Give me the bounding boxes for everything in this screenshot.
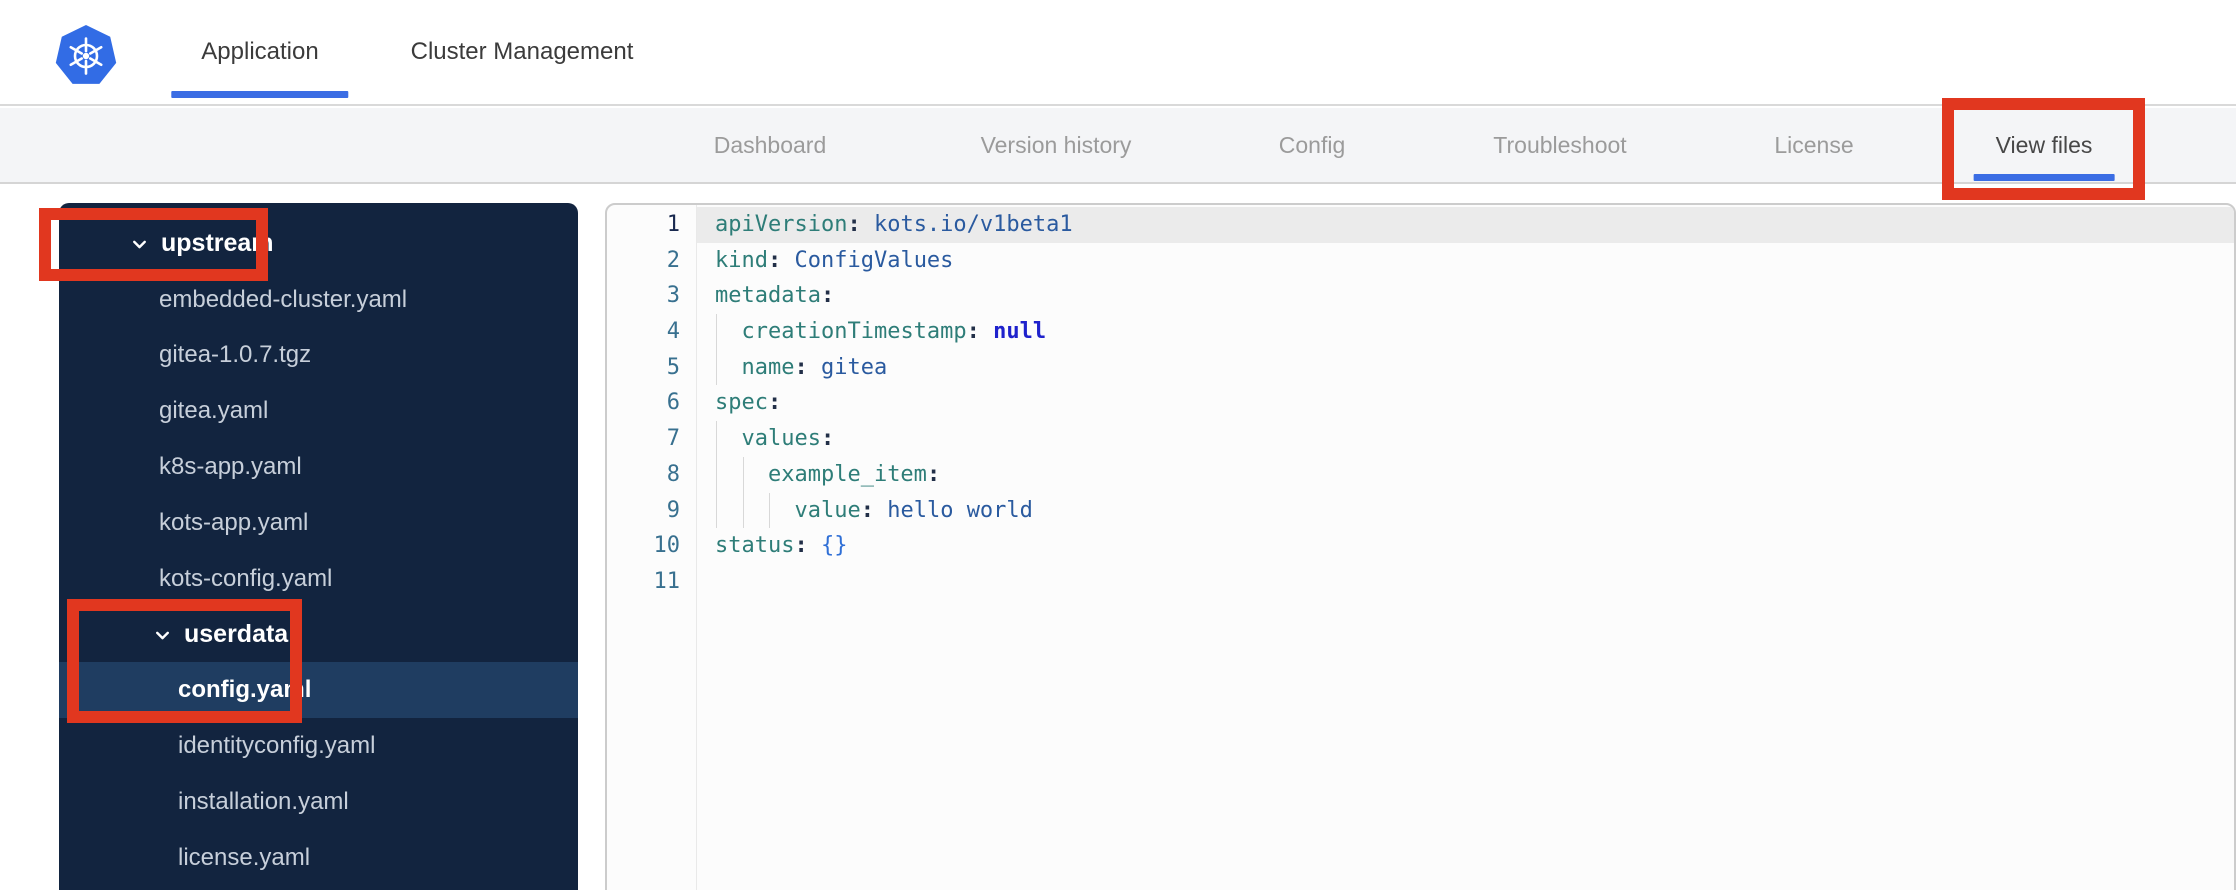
line-number-gutter: 1 2 3 4 5 6 7 8 9 10 11 bbox=[607, 205, 697, 890]
tree-item-label: identityconfig.yaml bbox=[178, 732, 376, 760]
tree-item-label: k8s-app.yaml bbox=[159, 453, 302, 481]
file-license-yaml[interactable]: license.yaml bbox=[59, 830, 578, 886]
code-text: apiVersion: kots.io/v1beta1 bbox=[715, 212, 1073, 237]
indent-guide bbox=[769, 492, 770, 529]
indent-guide bbox=[742, 456, 744, 493]
code-text: values: bbox=[741, 426, 835, 452]
indent-guide bbox=[716, 492, 717, 529]
header-tab-cluster-management[interactable]: Cluster Management bbox=[411, 0, 634, 104]
indent-guide bbox=[716, 421, 717, 457]
tree-item-label: gitea.yaml bbox=[159, 397, 269, 425]
app-header: Application Cluster Management bbox=[0, 0, 2236, 106]
tree-item-label: installation.yaml bbox=[178, 787, 349, 815]
tab-version-history[interactable]: Version history bbox=[981, 108, 1132, 182]
kubernetes-logo-icon bbox=[55, 25, 117, 87]
kots-admin-console-screen: Application Cluster Management Dashboard V… bbox=[0, 0, 2236, 890]
tab-license[interactable]: License bbox=[1774, 108, 1853, 182]
line-number: 10 bbox=[653, 533, 681, 559]
line-number: 9 bbox=[666, 497, 680, 523]
code-line: example_item: bbox=[697, 456, 2234, 493]
file-k8s-app-yaml[interactable]: k8s-app.yaml bbox=[59, 439, 578, 495]
annotation-box-view-files bbox=[1942, 98, 2145, 200]
file-installation-yaml[interactable]: installation.yaml bbox=[59, 774, 578, 830]
tree-item-label: gitea-1.0.7.tgz bbox=[159, 341, 312, 369]
indent-guide bbox=[716, 349, 717, 386]
code-editor-panel[interactable]: 1 2 3 4 5 6 7 8 9 10 11 apiVersion: kots.io/v1beta… bbox=[605, 203, 2236, 890]
tab-config[interactable]: Config bbox=[1279, 108, 1345, 182]
line-number: 5 bbox=[666, 354, 680, 380]
file-tree-sidebar: upstream embedded-cluster.yaml gitea-1.0.7… bbox=[59, 203, 578, 890]
file-kots-app-yaml[interactable]: kots-app.yaml bbox=[59, 495, 578, 551]
file-gitea-yaml[interactable]: gitea.yaml bbox=[59, 383, 578, 439]
code-text: metadata: bbox=[715, 283, 835, 309]
code-line: kind: ConfigValues bbox=[697, 243, 2234, 279]
code-line: metadata: bbox=[697, 278, 2234, 314]
indent-guide bbox=[716, 314, 717, 350]
code-line: spec: bbox=[697, 385, 2234, 421]
code-text: name: gitea bbox=[741, 354, 888, 380]
indent-guide bbox=[742, 492, 744, 529]
line-number: 7 bbox=[666, 426, 680, 452]
indent-guide bbox=[716, 456, 717, 493]
code-content: apiVersion: kots.io/v1beta1 kind: ConfigV… bbox=[697, 205, 2234, 890]
app-subnav: Dashboard Version history Config Troublesho… bbox=[0, 108, 2236, 184]
code-line: creationTimestamp: null bbox=[697, 314, 2234, 350]
code-line: name: gitea bbox=[697, 349, 2234, 386]
tree-item-label: kots-app.yaml bbox=[159, 508, 309, 536]
tab-troubleshoot[interactable]: Troubleshoot bbox=[1493, 108, 1626, 182]
code-text: creationTimestamp: null bbox=[741, 319, 1047, 345]
file-gitea-1-0-7-tgz[interactable]: gitea-1.0.7.tgz bbox=[59, 328, 578, 384]
code-text: value: hello world bbox=[794, 497, 1033, 523]
code-text: kind: ConfigValues bbox=[715, 247, 954, 273]
code-line: values: bbox=[697, 421, 2234, 457]
file-identityconfig-yaml[interactable]: identityconfig.yaml bbox=[59, 718, 578, 774]
code-text: spec: bbox=[715, 390, 782, 416]
line-number: 8 bbox=[666, 461, 680, 487]
line-number: 6 bbox=[666, 390, 680, 416]
line-number: 1 bbox=[666, 212, 680, 237]
code-line: value: hello world bbox=[697, 492, 2234, 529]
line-number: 3 bbox=[666, 283, 680, 309]
code-text: status: {} bbox=[715, 533, 848, 559]
header-tab-application[interactable]: Application bbox=[171, 0, 350, 104]
code-line: apiVersion: kots.io/v1beta1 bbox=[697, 207, 2234, 243]
tree-item-label: embedded-cluster.yaml bbox=[159, 285, 408, 313]
line-number: 4 bbox=[666, 319, 680, 345]
annotation-box-userdata-config bbox=[67, 599, 302, 723]
tab-dashboard[interactable]: Dashboard bbox=[714, 108, 827, 182]
code-text: example_item: bbox=[767, 461, 941, 487]
tree-item-label: kots-config.yaml bbox=[159, 564, 333, 592]
code-line: status: {} bbox=[697, 528, 2234, 564]
line-number: 11 bbox=[653, 568, 681, 594]
annotation-box-upstream bbox=[39, 208, 268, 281]
tree-item-label: license.yaml bbox=[178, 843, 311, 871]
line-number: 2 bbox=[666, 247, 680, 273]
